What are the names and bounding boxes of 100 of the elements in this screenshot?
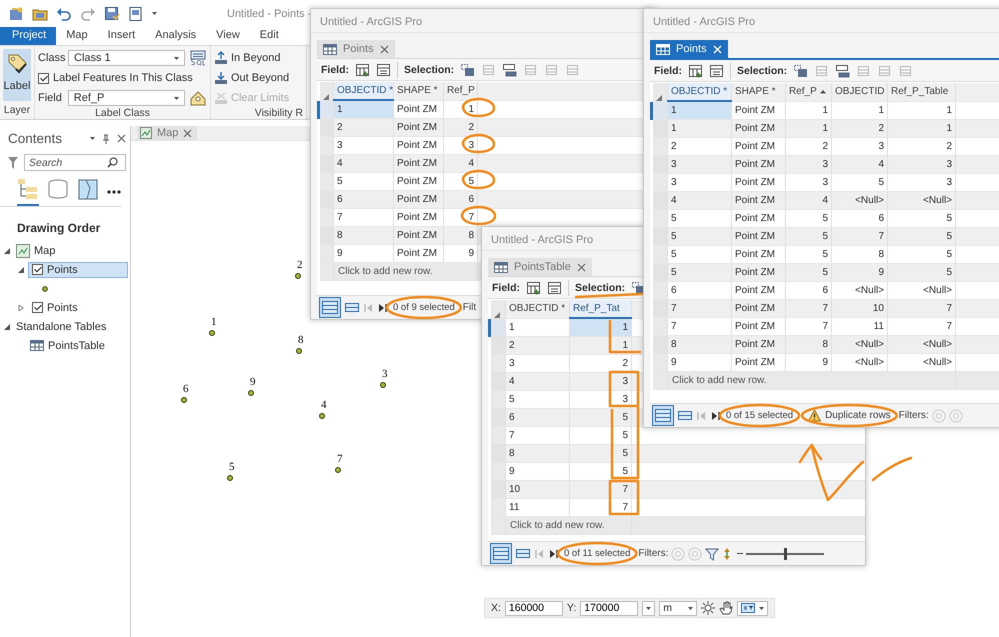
- table-cell: 5: [334, 172, 394, 190]
- table-cell: 7: [334, 208, 394, 226]
- table-cell: Point ZM: [394, 154, 444, 172]
- table-cell: Point ZM: [394, 190, 444, 208]
- table-cell: 5: [786, 209, 832, 227]
- point-label: 3: [382, 368, 388, 380]
- table-cell: 5: [570, 408, 632, 426]
- table-cell: <Null>: [888, 353, 956, 371]
- table-cell: Point ZM: [732, 137, 786, 155]
- point-label: 9: [250, 376, 256, 388]
- table-cell: 5: [668, 209, 732, 227]
- table-cell: 2: [888, 137, 956, 155]
- table-cell: 5: [668, 227, 732, 245]
- table-cell: 3: [786, 173, 832, 191]
- table-cell: 2: [786, 137, 832, 155]
- table-cell: 11: [506, 498, 570, 516]
- toolbar-label: Field:: [654, 64, 682, 76]
- table-cell: 1: [334, 100, 394, 118]
- table-cell: 5: [444, 172, 478, 190]
- table-cell: Point ZM: [732, 263, 786, 281]
- table-cell: 3: [668, 155, 732, 173]
- table-cell: 4: [786, 191, 832, 209]
- table-cell: 7: [786, 299, 832, 317]
- table-cell: 9: [786, 353, 832, 371]
- table-cell: 8: [334, 226, 394, 244]
- table-cell: Point ZM: [732, 335, 786, 353]
- table-cell: 5: [888, 245, 956, 263]
- table-cell: 5: [506, 390, 570, 408]
- table-cell: 3: [506, 354, 570, 372]
- table-cell: Point ZM: [394, 172, 444, 190]
- table-cell: 1: [506, 318, 570, 336]
- table-cell: 3: [570, 390, 632, 408]
- section-heading: Drawing Order: [16, 220, 102, 237]
- table-cell: 2: [444, 118, 478, 136]
- pane-title: Contents: [8, 131, 64, 146]
- point-label: 2: [297, 259, 302, 271]
- point-label: 7: [337, 453, 342, 465]
- table-cell: <Null>: [832, 281, 888, 299]
- table-cell: 4: [506, 372, 570, 390]
- table-cell: 1: [444, 100, 478, 118]
- table-cell: Point ZM: [732, 317, 786, 335]
- toolbar-label: Selection:: [737, 64, 788, 76]
- table-cell: Point ZM: [732, 209, 786, 227]
- table-cell: 3: [888, 155, 956, 173]
- table-cell: <Null>: [832, 191, 888, 209]
- table-cell: 5: [786, 263, 832, 281]
- table-cell: Point ZM: [732, 227, 786, 245]
- table-cell: Point ZM: [732, 191, 786, 209]
- table-cell: Point ZM: [394, 100, 444, 118]
- table-cell: Point ZM: [732, 245, 786, 263]
- toolbar-label: Selection:: [575, 282, 626, 294]
- table-cell: <Null>: [888, 281, 956, 299]
- field-label: Class: [38, 52, 64, 64]
- table-cell: 4: [444, 154, 478, 172]
- table-cell: 4: [832, 155, 888, 173]
- point-label: 1: [211, 316, 216, 328]
- table-cell: Point ZM: [732, 155, 786, 173]
- table-cell: 7: [506, 426, 570, 444]
- table-cell: Point ZM: [394, 118, 444, 136]
- table-cell: Point ZM: [732, 299, 786, 317]
- table-cell: 2: [570, 354, 632, 372]
- table-cell: 1: [888, 119, 956, 137]
- table-cell: 5: [888, 227, 956, 245]
- table-cell: 2: [506, 336, 570, 354]
- table-cell: <Null>: [832, 353, 888, 371]
- table-cell: 5: [786, 227, 832, 245]
- table-cell: 9: [444, 244, 478, 262]
- table-cell: 1: [668, 101, 732, 119]
- table-cell: 5: [786, 245, 832, 263]
- table-cell: 5: [570, 426, 632, 444]
- table-cell: 5: [888, 209, 956, 227]
- table-cell: 5: [832, 173, 888, 191]
- table-cell: 6: [668, 281, 732, 299]
- group-label: Visibility R: [254, 107, 304, 119]
- table-cell: 1: [786, 101, 832, 119]
- table-cell: 8: [444, 226, 478, 244]
- table-cell: 7: [786, 317, 832, 335]
- table-cell: 3: [832, 137, 888, 155]
- table-cell: 1: [888, 101, 956, 119]
- table-cell: 7: [888, 317, 956, 335]
- table-cell: Point ZM: [732, 281, 786, 299]
- table-cell: Point ZM: [394, 244, 444, 262]
- table-cell: 8: [668, 335, 732, 353]
- table-cell: 6: [786, 281, 832, 299]
- table-cell: 8: [506, 444, 570, 462]
- filters-label: Filters:: [638, 548, 668, 559]
- table-cell: <Null>: [888, 335, 956, 353]
- table-cell: 9: [506, 462, 570, 480]
- table-cell: 10: [506, 480, 570, 498]
- table-cell: 7: [888, 299, 956, 317]
- table-cell: 1: [668, 119, 732, 137]
- table-cell: 2: [334, 118, 394, 136]
- table-cell: 6: [444, 190, 478, 208]
- table-cell: 5: [888, 263, 956, 281]
- table-cell: 3: [888, 173, 956, 191]
- table-cell: 8: [786, 335, 832, 353]
- point-label: 5: [229, 461, 234, 473]
- table-cell: 3: [334, 136, 394, 154]
- table-cell: 11: [832, 317, 888, 335]
- table-cell: 5: [668, 245, 732, 263]
